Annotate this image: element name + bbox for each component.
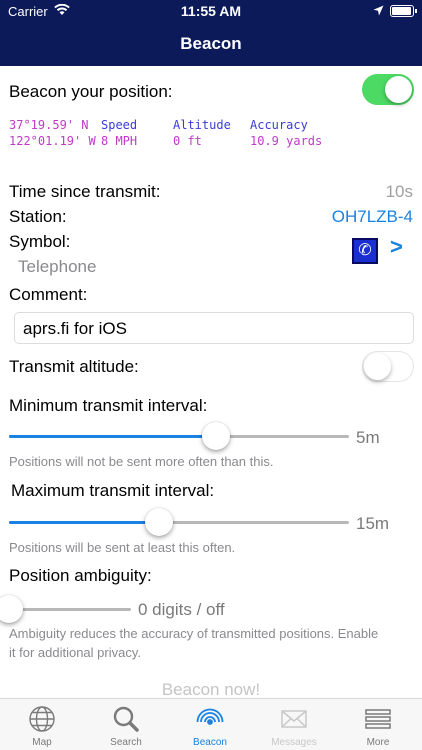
- ambiguity-label: Position ambiguity:: [9, 566, 152, 585]
- min-interval-note: Positions will not be sent more often th…: [9, 454, 274, 469]
- tab-map[interactable]: Map: [0, 699, 84, 750]
- ambiguity-slider[interactable]: [0, 595, 131, 623]
- latitude-value: 37°19.59' N: [9, 118, 89, 132]
- beacon-now-button[interactable]: Beacon now!: [0, 680, 422, 700]
- symbol-label: Symbol:: [9, 232, 71, 251]
- transmit-altitude-toggle[interactable]: [362, 351, 414, 382]
- min-interval-fill: [9, 435, 217, 438]
- antenna-icon: [196, 705, 224, 733]
- nav-bar: Beacon: [0, 22, 422, 66]
- tab-search[interactable]: Search: [84, 699, 168, 750]
- max-interval-label: Maximum transmit interval:: [11, 481, 215, 500]
- battery-icon: [390, 5, 417, 17]
- ambiguity-note-line2: it for additional privacy.: [9, 645, 141, 660]
- longitude-value: 122°01.19' W: [9, 134, 96, 148]
- max-interval-slider[interactable]: [9, 508, 349, 536]
- tab-messages[interactable]: Messages: [252, 699, 336, 750]
- speed-label: Speed: [101, 118, 138, 132]
- min-interval-value: 5m: [356, 428, 380, 447]
- comment-field[interactable]: aprs.fi for iOS: [14, 312, 414, 344]
- tab-bar: Map Search Beacon Messages More: [0, 698, 422, 750]
- page-title: Beacon: [180, 34, 242, 53]
- tab-beacon[interactable]: Beacon: [168, 699, 252, 750]
- status-bar: Carrier 11:55 AM: [0, 0, 422, 22]
- comment-label: Comment:: [9, 285, 88, 304]
- altitude-label: Altitude: [173, 118, 231, 132]
- tab-messages-label: Messages: [271, 737, 317, 748]
- accuracy-value: 10.9 yards: [250, 134, 323, 148]
- tab-search-label: Search: [110, 737, 142, 748]
- min-interval-slider[interactable]: [9, 422, 349, 450]
- magnifier-icon: [112, 705, 140, 733]
- time-since-transmit-label: Time since transmit:: [9, 182, 161, 201]
- time-since-transmit-value: 10s: [385, 182, 413, 201]
- symbol-chevron-icon[interactable]: >: [390, 234, 403, 260]
- station-label: Station:: [9, 207, 67, 226]
- beacon-position-label: Beacon your position:: [9, 82, 173, 101]
- list-icon: [364, 705, 392, 733]
- location-arrow-icon: [373, 4, 384, 19]
- tab-map-label: Map: [32, 737, 52, 748]
- speed-value: 8 MPH: [101, 134, 138, 148]
- max-interval-fill: [9, 521, 159, 524]
- envelope-icon: [280, 705, 308, 733]
- station-value[interactable]: OH7LZB-4: [332, 207, 413, 227]
- status-time: 11:55 AM: [180, 3, 242, 19]
- ambiguity-value: 0 digits / off: [138, 600, 225, 619]
- accuracy-label: Accuracy: [250, 118, 308, 132]
- altitude-value: 0 ft: [173, 134, 202, 148]
- globe-icon: [28, 705, 56, 733]
- tab-more-label: More: [366, 737, 390, 748]
- max-interval-value: 15m: [356, 514, 390, 533]
- tab-more[interactable]: More: [336, 699, 420, 750]
- beacon-position-toggle[interactable]: [362, 74, 414, 105]
- symbol-name: Telephone: [18, 257, 97, 276]
- transmit-altitude-label: Transmit altitude:: [9, 357, 139, 376]
- telephone-icon[interactable]: ✆: [352, 238, 378, 264]
- min-interval-label: Minimum transmit interval:: [9, 396, 208, 415]
- max-interval-note: Positions will be sent at least this oft…: [9, 540, 236, 555]
- ambiguity-note-line1: Ambiguity reduces the accuracy of transm…: [9, 626, 379, 641]
- tab-beacon-label: Beacon: [193, 737, 227, 748]
- max-interval-thumb[interactable]: [144, 508, 173, 536]
